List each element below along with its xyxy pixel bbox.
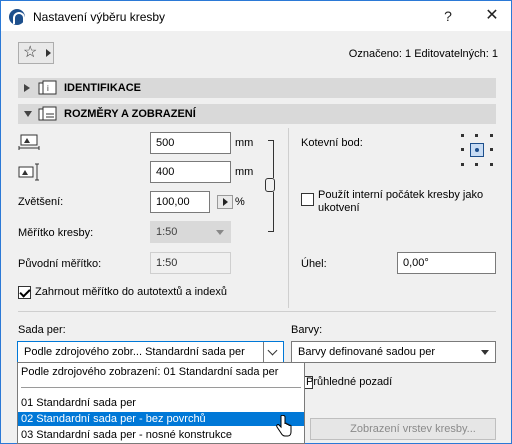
- colors-select[interactable]: Barvy definované sadou per: [291, 341, 496, 363]
- angle-field[interactable]: 0,00°: [397, 252, 496, 274]
- drawing-scale-label: Měřítko kresby:: [18, 227, 94, 239]
- pen-set-select[interactable]: Podle zdrojového zobr... Standardní sada…: [17, 341, 284, 363]
- arrow-right-icon: [46, 49, 51, 57]
- drawing-scale-select: 1:50: [150, 221, 231, 243]
- help-button[interactable]: ?: [437, 5, 459, 27]
- title-bar: Nastavení výběru kresby ? ✕: [1, 1, 511, 31]
- close-button[interactable]: ✕: [481, 5, 503, 27]
- original-scale-label: Původní měřítko:: [18, 258, 102, 270]
- width-field[interactable]: 500: [150, 132, 231, 154]
- original-scale-value: 1:50: [150, 252, 231, 274]
- link-proportions-icon[interactable]: [263, 140, 277, 232]
- section-label: IDENTIFIKACE: [64, 82, 141, 94]
- divider: [288, 128, 289, 308]
- zoom-label: Zvětšení:: [18, 196, 64, 208]
- transparent-background-label: Průhledné pozadí: [306, 376, 393, 388]
- star-icon: ☆: [23, 44, 38, 61]
- colors-label: Barvy:: [291, 324, 323, 336]
- section-identification[interactable]: i IDENTIFIKACE: [18, 78, 496, 98]
- drawing-layers-button: Zobrazení vrstev kresby...: [310, 418, 496, 440]
- section-size-display[interactable]: ROZMĚRY A ZOBRAZENÍ: [18, 104, 496, 124]
- angle-label: Úhel:: [301, 258, 327, 270]
- hand-cursor-icon: [276, 415, 292, 437]
- divider: [21, 387, 301, 388]
- collapse-arrow-icon: [24, 111, 32, 117]
- zoom-unit: %: [235, 196, 245, 208]
- anchor-label: Kotevní bod:: [301, 137, 363, 149]
- use-internal-origin-checkbox[interactable]: [301, 193, 314, 206]
- chevron-down-icon: [216, 230, 224, 235]
- pen-set-option[interactable]: 01 Standardní sada per: [18, 396, 304, 410]
- anchor-point-picker[interactable]: [461, 134, 493, 166]
- expand-arrow-icon: [24, 84, 30, 92]
- chevron-down-icon: [481, 350, 489, 355]
- pen-set-dropdown-list[interactable]: Podle zdrojového zobrazení: 01 Standardn…: [17, 362, 305, 444]
- divider: [18, 311, 496, 312]
- include-scale-label: Zahrnout měřítko do autotextů a indexů: [35, 286, 228, 298]
- drawing-id-icon: i: [38, 80, 57, 95]
- app-logo-icon: [9, 9, 25, 25]
- anchor-center-icon: [470, 143, 484, 157]
- zoom-menu-button[interactable]: [217, 195, 233, 209]
- drawing-size-icon: [38, 106, 57, 121]
- height-unit: mm: [235, 166, 254, 178]
- chevron-down-icon[interactable]: [263, 342, 283, 362]
- include-scale-checkbox[interactable]: [18, 286, 31, 299]
- pen-set-option-selected[interactable]: 02 Standardní sada per - bez povrchů: [18, 412, 304, 426]
- width-icon: [18, 134, 40, 150]
- section-label: ROZMĚRY A ZOBRAZENÍ: [64, 108, 196, 120]
- window-title: Nastavení výběru kresby: [33, 10, 166, 24]
- width-unit: mm: [235, 137, 254, 149]
- zoom-field[interactable]: 100,00: [150, 191, 210, 213]
- pen-set-option[interactable]: Podle zdrojového zobrazení: 01 Standardn…: [18, 365, 304, 379]
- height-icon: [18, 163, 39, 181]
- pen-set-option[interactable]: 03 Standardní sada per - nosné konstrukc…: [18, 428, 304, 442]
- height-field[interactable]: 400: [150, 161, 231, 183]
- pen-set-label: Sada per:: [18, 324, 66, 336]
- favorites-button[interactable]: ☆: [18, 42, 54, 64]
- selection-info: Označeno: 1 Editovatelných: 1: [348, 48, 498, 60]
- use-internal-origin-label: Použít interní počátek kresby jako ukotv…: [318, 189, 484, 214]
- svg-text:i: i: [47, 84, 49, 93]
